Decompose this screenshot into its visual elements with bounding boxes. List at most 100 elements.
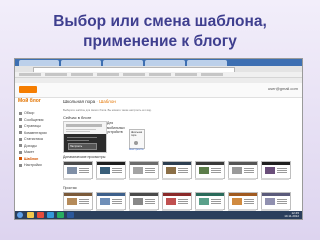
bookmark-item[interactable] — [71, 73, 93, 76]
gear-icon[interactable] — [134, 141, 138, 145]
preview-header — [66, 124, 102, 127]
thumbnail-caption — [63, 178, 91, 180]
bookmark-item[interactable] — [123, 73, 145, 76]
thumbnail-image — [232, 167, 242, 174]
thumbnail-header — [196, 193, 224, 196]
thumbnail-caption — [162, 178, 190, 180]
thumbnail-text-line — [178, 172, 188, 173]
thumbnail-text-line — [277, 168, 287, 169]
template-thumbnail[interactable] — [261, 161, 291, 179]
browser-icon[interactable] — [37, 212, 44, 218]
media-icon[interactable] — [47, 212, 54, 218]
dynamic-template-gallery — [63, 161, 299, 183]
thumbnail-header — [130, 193, 158, 196]
thumbnail-header — [130, 162, 158, 165]
pages-icon — [19, 124, 22, 128]
thumbnail-text-line — [244, 199, 254, 200]
bookmark-item[interactable] — [97, 73, 119, 76]
bookmark-item[interactable] — [45, 73, 67, 76]
thumbnail-text-line — [79, 203, 89, 204]
current-template-preview[interactable]: Настроить — [63, 121, 107, 153]
sidebar-item[interactable]: Доходы — [19, 144, 37, 148]
template-thumbnail[interactable] — [162, 192, 192, 210]
blogger-header: user@gmail.com — [15, 83, 302, 98]
posts-icon — [19, 118, 22, 122]
sidebar-item-label: Страницы — [24, 124, 41, 128]
thumbnail-header — [163, 193, 191, 196]
sidebar-item[interactable]: Сообщения — [19, 118, 44, 122]
template-thumbnail[interactable] — [195, 161, 225, 179]
simple-templates-label: Простая — [63, 186, 77, 190]
template-thumbnail[interactable] — [129, 192, 159, 210]
bookmark-item[interactable] — [175, 73, 197, 76]
thumbnail-image — [67, 167, 77, 174]
thumbnail-image — [199, 167, 209, 174]
thumbnail-text-line — [145, 199, 155, 200]
layout-icon — [19, 150, 22, 154]
bookmark-item[interactable] — [19, 73, 41, 76]
preview-line — [67, 140, 89, 141]
intro-text: Выберите шаблон для своего блога. Вы мож… — [63, 109, 152, 112]
sidebar-item-label: Макет — [24, 150, 35, 154]
thumbnail-text-line — [244, 168, 254, 169]
thumbnail-text-line — [277, 203, 287, 204]
thumbnail-text-line — [277, 172, 287, 173]
bookmark-item[interactable] — [149, 73, 171, 76]
mobile-template-preview[interactable]: Школьная пора — [129, 129, 145, 149]
template-thumbnail[interactable] — [228, 161, 258, 179]
earnings-icon — [19, 144, 22, 148]
preview-line — [66, 131, 90, 132]
thumbnail-text-line — [79, 170, 89, 171]
blogger-logo[interactable] — [19, 86, 37, 93]
word-icon[interactable] — [67, 212, 74, 218]
breadcrumb-blog[interactable]: Школьная пора — [63, 99, 95, 104]
thumbnail-header — [97, 193, 125, 196]
sidebar-item[interactable]: Настройки — [19, 163, 42, 167]
sidebar-item-label: Статистика — [24, 137, 43, 141]
system-clock[interactable]: 12:45 10.11.2012 — [284, 212, 299, 218]
template-thumbnail[interactable] — [195, 192, 225, 210]
thumbnail-text-line — [211, 170, 221, 171]
blog-name[interactable]: Мой блог — [18, 98, 41, 104]
mobile-customize-link[interactable]: Настроить — [129, 147, 144, 151]
thumbnail-text-line — [79, 168, 89, 169]
thumbnail-image — [100, 198, 110, 205]
explorer-icon[interactable] — [27, 212, 34, 218]
template-thumbnail[interactable] — [96, 161, 126, 179]
customize-button[interactable]: Настроить — [68, 143, 97, 150]
sidebar-item[interactable]: Обзор — [19, 111, 34, 115]
mobile-preview-caption: Школьная пора — [131, 131, 143, 137]
sidebar-item[interactable]: Статистика — [19, 137, 43, 141]
thumbnail-caption — [129, 178, 157, 180]
sidebar-item[interactable]: Комментарии — [19, 131, 47, 135]
breadcrumb: Школьная пора · Шаблон — [63, 99, 116, 104]
thumbnail-text-line — [178, 199, 188, 200]
template-thumbnail[interactable] — [162, 161, 192, 179]
thumbnail-text-line — [178, 201, 188, 202]
template-thumbnail[interactable] — [129, 161, 159, 179]
template-thumbnail[interactable] — [63, 161, 93, 179]
template-thumbnail[interactable] — [63, 192, 93, 210]
bookmark-item[interactable] — [201, 73, 223, 76]
thumbnail-header — [163, 162, 191, 165]
sidebar-item-label: Комментарии — [24, 130, 47, 135]
thumbnail-text-line — [211, 203, 221, 204]
thumbnail-text-line — [112, 199, 122, 200]
thumbnail-caption — [228, 178, 256, 180]
thumbnail-text-line — [145, 203, 155, 204]
template-thumbnail[interactable] — [261, 192, 291, 210]
template-thumbnail[interactable] — [228, 192, 258, 210]
sidebar-item[interactable]: Макет — [19, 150, 34, 154]
thumbnail-image — [166, 198, 176, 205]
thumbnail-header — [229, 193, 257, 196]
thumbnail-text-line — [244, 172, 254, 173]
chrome-icon[interactable] — [57, 212, 64, 218]
start-button-icon[interactable] — [17, 212, 23, 218]
preview-line — [67, 137, 97, 138]
thumbnail-text-line — [211, 199, 221, 200]
sidebar-item[interactable]: Страницы — [19, 124, 41, 128]
template-thumbnail[interactable] — [96, 192, 126, 210]
sidebar-item-label: Шаблон — [24, 156, 39, 161]
account-label[interactable]: user@gmail.com — [268, 86, 298, 91]
sidebar-item[interactable]: Шаблон — [19, 157, 38, 161]
